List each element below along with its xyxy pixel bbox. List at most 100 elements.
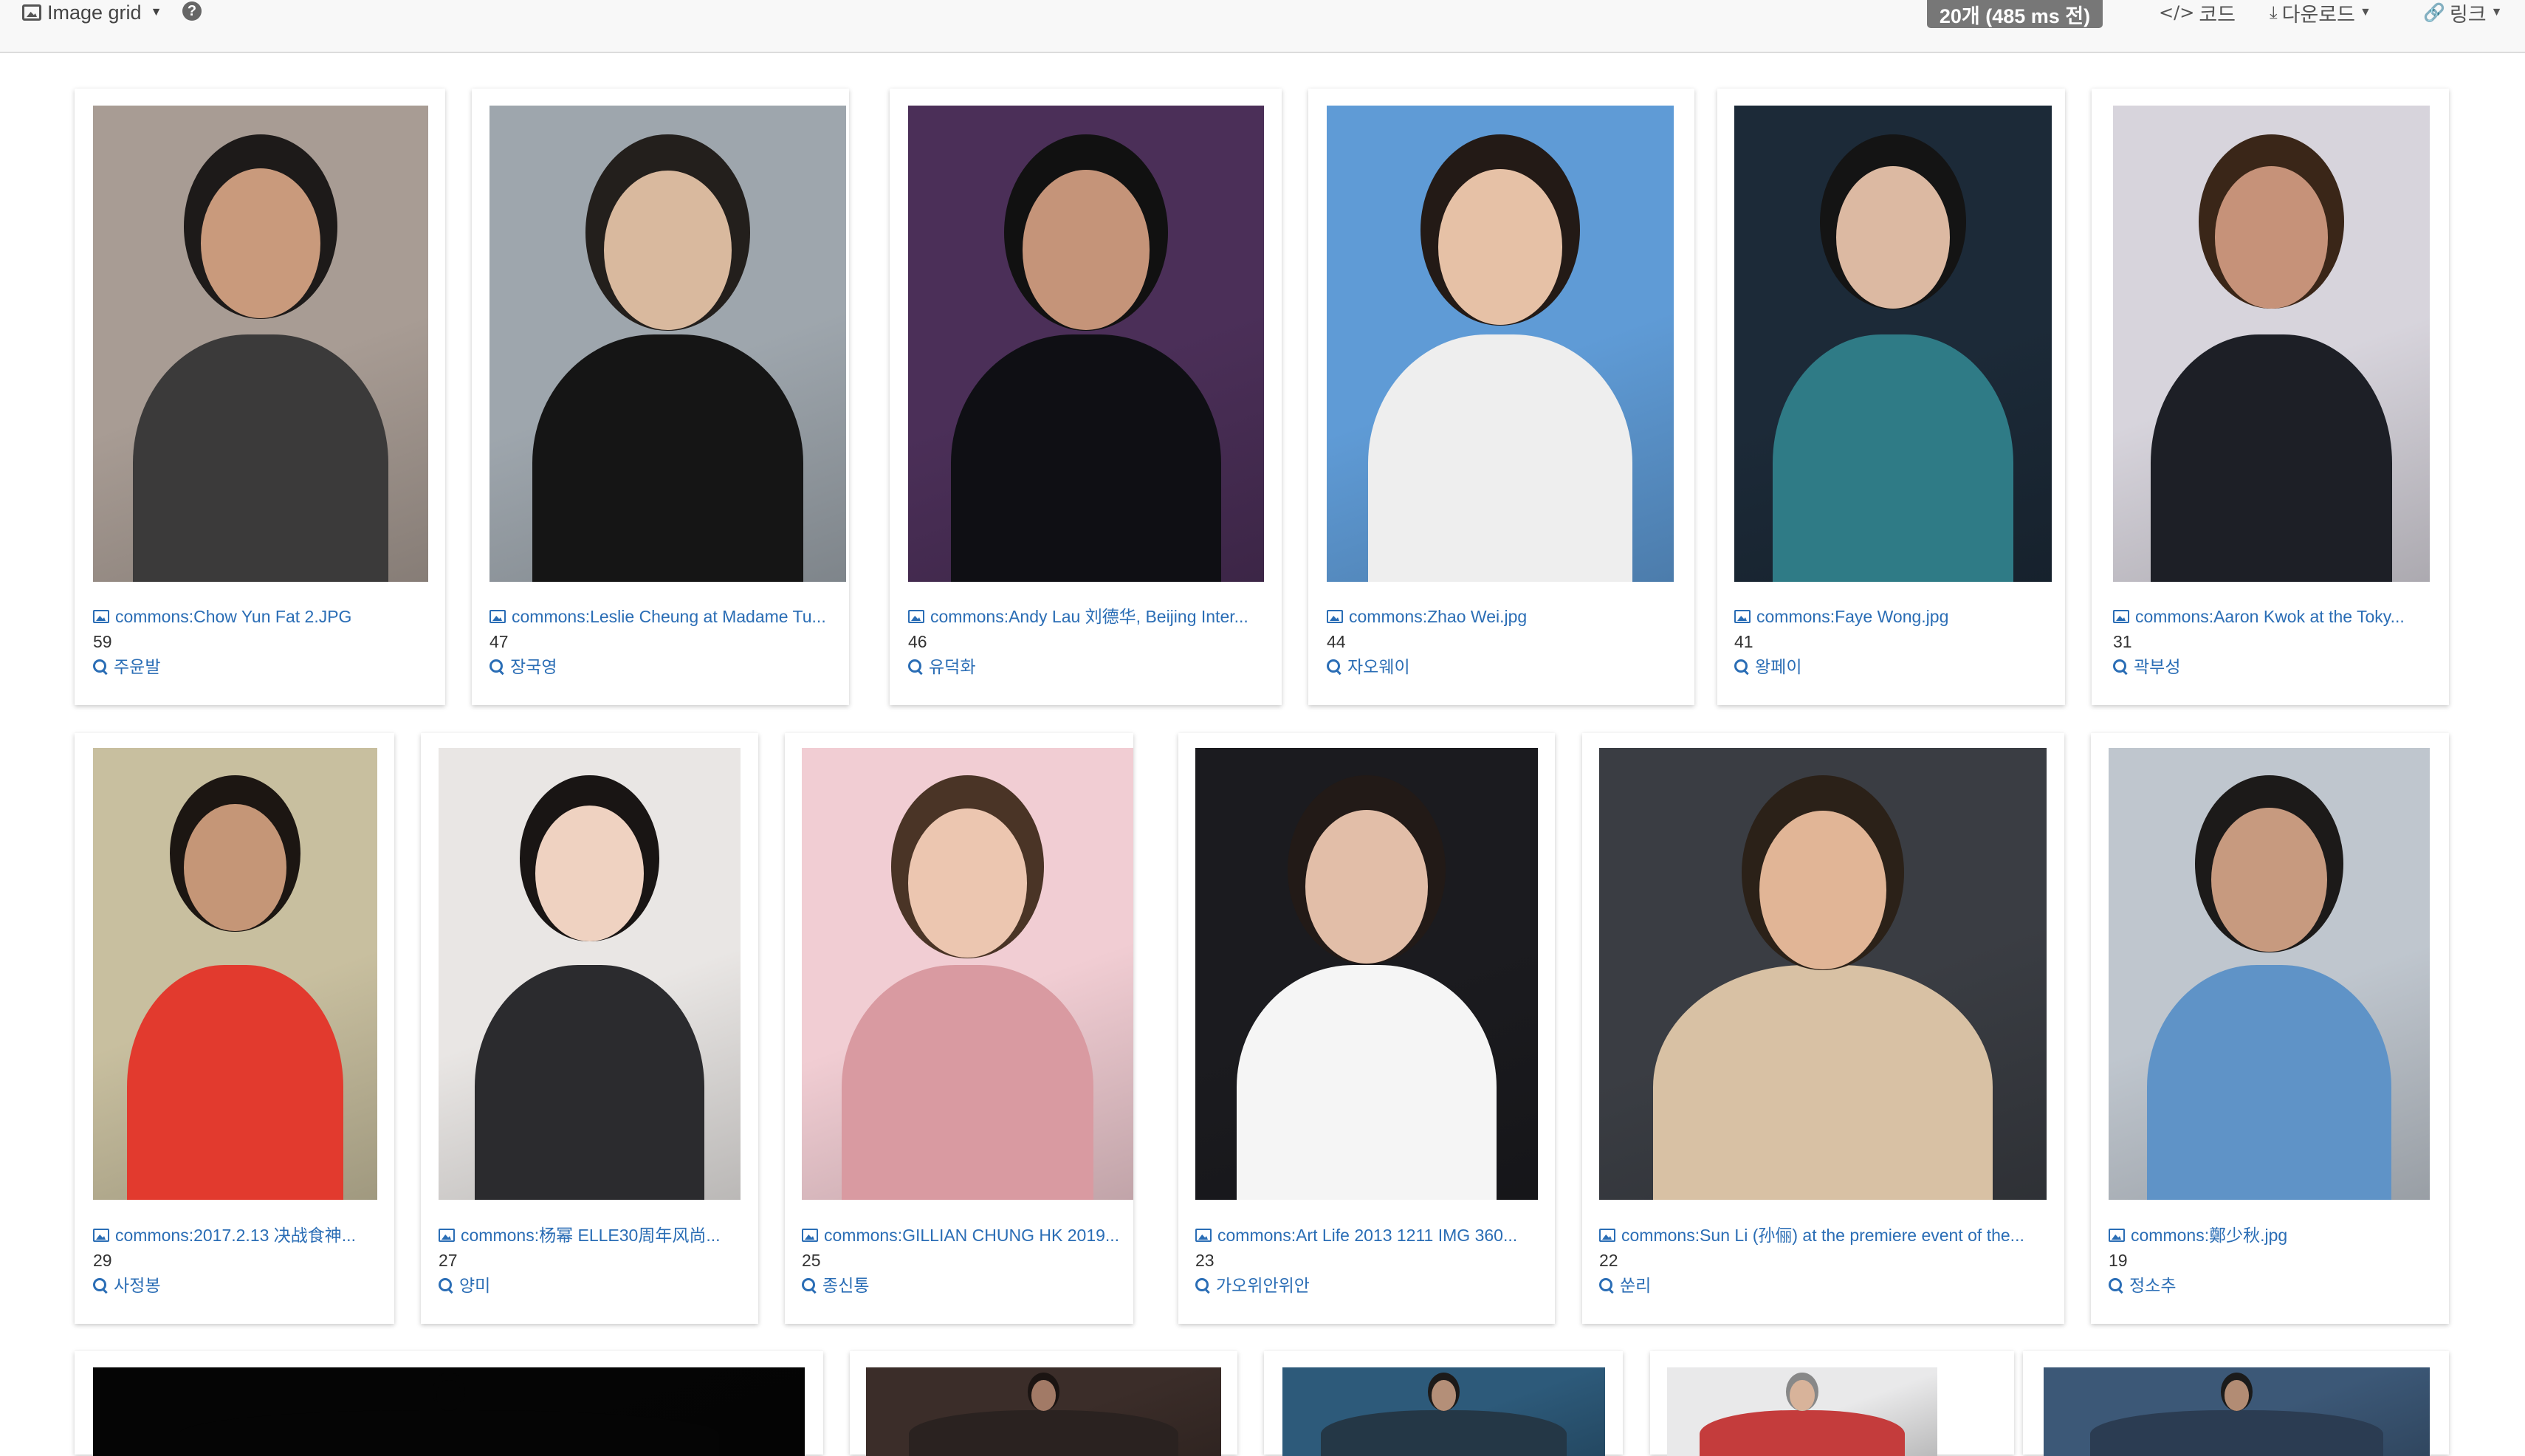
image-thumbnail[interactable] bbox=[93, 748, 377, 1200]
usage-count: 44 bbox=[1327, 632, 1346, 651]
file-link[interactable]: commons:2017.2.13 决战食神... bbox=[93, 1223, 382, 1248]
portrait-figure bbox=[841, 964, 1094, 1200]
image-thumbnail[interactable] bbox=[2113, 106, 2430, 582]
query-label: 자오웨이 bbox=[1347, 657, 1410, 676]
file-link[interactable]: commons:Leslie Cheung at Madame Tu... bbox=[489, 604, 837, 629]
top-toolbar: Image grid ▼ ? 20개 (485 ms 전) </> 코드 ⤓ 다… bbox=[0, 0, 2525, 53]
file-link[interactable]: commons:GILLIAN CHUNG HK 2019... bbox=[802, 1223, 1121, 1248]
image-thumbnail[interactable] bbox=[439, 748, 741, 1200]
image-thumbnail[interactable] bbox=[1195, 748, 1538, 1200]
portrait-face bbox=[1759, 811, 1886, 969]
image-file-icon bbox=[93, 610, 109, 623]
portrait-face bbox=[2214, 166, 2329, 309]
file-link[interactable]: commons:Aaron Kwok at the Toky... bbox=[2113, 604, 2437, 629]
image-card: commons:Art Life 2013 1211 IMG 360... 23 가… bbox=[1178, 733, 1555, 1324]
query-label: 가오위안위안 bbox=[1216, 1276, 1310, 1295]
query-link[interactable]: 정소추 bbox=[2109, 1273, 2437, 1298]
image-thumbnail[interactable] bbox=[1327, 106, 1674, 582]
code-icon: </> bbox=[2159, 2, 2195, 23]
usage-count: 29 bbox=[93, 1251, 112, 1270]
file-link[interactable]: commons:杨幂 ELLE30周年风尚... bbox=[439, 1223, 746, 1248]
image-caption: commons:Aaron Kwok at the Toky... 31 곽부성 bbox=[2113, 604, 2437, 679]
file-title: commons:Leslie Cheung at Madame Tu... bbox=[512, 607, 826, 626]
file-link[interactable]: commons:Sun Li (孙俪) at the premiere even… bbox=[1599, 1223, 2052, 1248]
image-thumbnail[interactable] bbox=[93, 106, 428, 582]
usage-count: 41 bbox=[1734, 632, 1753, 651]
search-icon bbox=[802, 1278, 817, 1293]
search-icon bbox=[489, 659, 504, 674]
image-caption: commons:Leslie Cheung at Madame Tu... 47 장… bbox=[489, 604, 837, 679]
image-file-icon bbox=[908, 610, 924, 623]
image-caption: commons:Faye Wong.jpg 41 왕페이 bbox=[1734, 604, 2053, 679]
image-card: commons:Chow Yun Fat 2.JPG 59 주윤발 bbox=[75, 89, 445, 705]
portrait-figure bbox=[127, 964, 343, 1200]
image-card: commons:Faye Wong.jpg 41 왕페이 bbox=[1717, 89, 2065, 705]
search-icon bbox=[1734, 659, 1749, 674]
code-button[interactable]: </> 코드 bbox=[2159, 0, 2236, 26]
query-link[interactable]: 양미 bbox=[439, 1273, 746, 1298]
link-button[interactable]: 🔗 링크 ▼ bbox=[2423, 0, 2502, 26]
query-link[interactable]: 종신통 bbox=[802, 1273, 1121, 1298]
query-link[interactable]: 왕페이 bbox=[1734, 654, 2053, 679]
query-label: 쑨리 bbox=[1620, 1276, 1652, 1295]
image-file-icon bbox=[1327, 610, 1343, 623]
search-icon bbox=[2109, 1278, 2123, 1293]
download-button[interactable]: ⤓ 다운로드 ▼ bbox=[2270, 0, 2371, 26]
image-thumbnail[interactable] bbox=[489, 106, 846, 582]
link-label: 링크 bbox=[2449, 3, 2487, 26]
portrait-figure bbox=[1321, 1409, 1567, 1456]
image-thumbnail[interactable] bbox=[1282, 1367, 1605, 1456]
file-link[interactable]: commons:Art Life 2013 1211 IMG 360... bbox=[1195, 1223, 1543, 1248]
image-card: commons:鄭少秋.jpg 19 정소추 bbox=[2091, 733, 2449, 1324]
usage-count: 22 bbox=[1599, 1251, 1618, 1270]
file-title: commons:鄭少秋.jpg bbox=[2131, 1226, 2288, 1245]
image-thumbnail[interactable] bbox=[908, 106, 1264, 582]
image-card: commons:Sun Li (孙俪) at the premiere even… bbox=[1582, 733, 2064, 1324]
query-link[interactable]: 장국영 bbox=[489, 654, 837, 679]
query-link[interactable]: 곽부성 bbox=[2113, 654, 2437, 679]
image-file-icon bbox=[2109, 1229, 2125, 1242]
usage-count: 31 bbox=[2113, 632, 2132, 651]
file-link[interactable]: commons:Chow Yun Fat 2.JPG bbox=[93, 604, 433, 629]
file-link[interactable]: commons:Faye Wong.jpg bbox=[1734, 604, 2053, 629]
image-card bbox=[1650, 1351, 2014, 1456]
image-thumbnail[interactable] bbox=[2109, 748, 2430, 1200]
caret-down-icon: ▼ bbox=[2359, 6, 2371, 18]
query-link[interactable]: 사정봉 bbox=[93, 1273, 382, 1298]
image-caption: commons:鄭少秋.jpg 19 정소추 bbox=[2109, 1223, 2437, 1298]
image-file-icon bbox=[1734, 610, 1751, 623]
image-thumbnail[interactable] bbox=[802, 748, 1133, 1200]
query-link[interactable]: 유덕화 bbox=[908, 654, 1270, 679]
portrait-figure bbox=[1699, 1409, 1906, 1456]
image-thumbnail[interactable] bbox=[1599, 748, 2047, 1200]
search-icon bbox=[93, 1278, 108, 1293]
query-label: 곽부성 bbox=[2134, 657, 2181, 676]
query-label: 유덕화 bbox=[929, 657, 976, 676]
image-thumbnail[interactable] bbox=[1734, 106, 2052, 582]
portrait-face bbox=[2211, 807, 2327, 952]
portrait-figure bbox=[1652, 964, 1993, 1200]
query-link[interactable]: 쑨리 bbox=[1599, 1273, 2052, 1298]
image-thumbnail[interactable] bbox=[1667, 1367, 1937, 1456]
usage-count: 46 bbox=[908, 632, 927, 651]
image-file-icon bbox=[802, 1229, 818, 1242]
query-link[interactable]: 가오위안위안 bbox=[1195, 1273, 1543, 1298]
file-link[interactable]: commons:Zhao Wei.jpg bbox=[1327, 604, 1683, 629]
image-card: commons:Aaron Kwok at the Toky... 31 곽부성 bbox=[2092, 89, 2449, 705]
query-link[interactable]: 자오웨이 bbox=[1327, 654, 1683, 679]
portrait-figure bbox=[2151, 334, 2392, 582]
file-title: commons:GILLIAN CHUNG HK 2019... bbox=[824, 1226, 1120, 1245]
image-thumbnail[interactable] bbox=[866, 1367, 1221, 1456]
query-link[interactable]: 주윤발 bbox=[93, 654, 433, 679]
usage-count: 25 bbox=[802, 1251, 821, 1270]
image-thumbnail[interactable] bbox=[2044, 1367, 2430, 1456]
portrait-figure bbox=[133, 334, 388, 582]
question-circle-icon[interactable]: ? bbox=[182, 1, 202, 21]
view-selector[interactable]: Image grid ▼ bbox=[22, 0, 162, 25]
file-title: commons:杨幂 ELLE30周年风尚... bbox=[461, 1226, 721, 1245]
download-icon: ⤓ bbox=[2270, 2, 2278, 23]
file-link[interactable]: commons:Andy Lau 刘德华, Beijing Inter... bbox=[908, 604, 1270, 629]
image-thumbnail[interactable] bbox=[93, 1367, 805, 1456]
file-link[interactable]: commons:鄭少秋.jpg bbox=[2109, 1223, 2437, 1248]
image-caption: commons:Zhao Wei.jpg 44 자오웨이 bbox=[1327, 604, 1683, 679]
